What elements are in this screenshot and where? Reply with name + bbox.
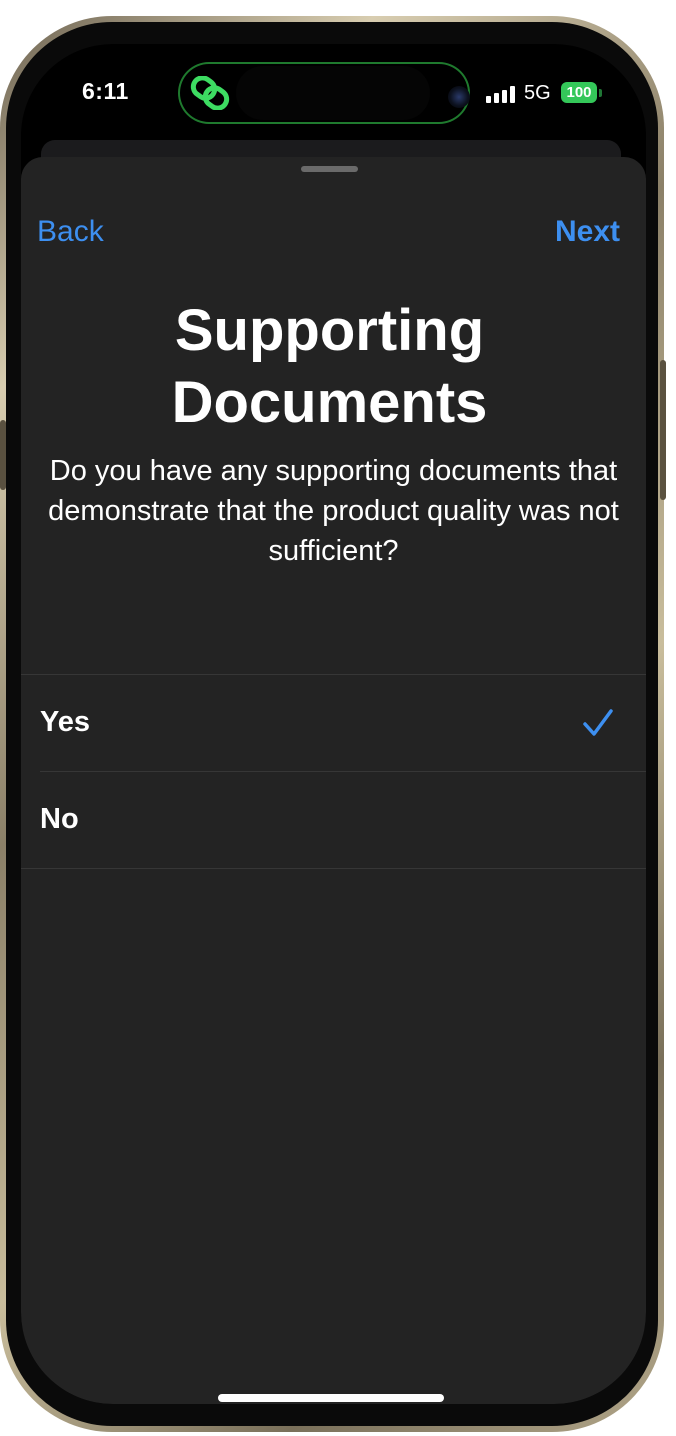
options-list: Yes No <box>21 674 646 869</box>
island-sensor-area <box>236 66 470 120</box>
home-indicator[interactable] <box>218 1394 444 1402</box>
option-label: No <box>40 803 79 835</box>
dynamic-island[interactable] <box>178 62 470 124</box>
link-icon <box>190 76 230 110</box>
divider <box>21 868 646 869</box>
page-title: Supporting Documents <box>171 298 488 435</box>
option-yes[interactable]: Yes <box>21 675 646 771</box>
side-button <box>0 420 6 490</box>
next-button[interactable]: Next <box>555 215 620 249</box>
phone-screen: 6:11 5G 100 Back Next Supporting Documen… <box>21 44 646 1404</box>
signal-bars-icon <box>486 85 516 103</box>
battery-cap <box>599 89 602 97</box>
back-button[interactable]: Back <box>37 215 104 249</box>
question-text: Do you have any supporting documents tha… <box>48 455 619 567</box>
camera-icon <box>448 86 470 108</box>
status-bar: 6:11 5G 100 <box>21 44 646 144</box>
option-label: Yes <box>40 706 90 738</box>
network-type: 5G <box>524 82 551 104</box>
side-button <box>660 360 666 500</box>
status-time: 6:11 <box>82 78 129 104</box>
sheet-grabber[interactable] <box>301 166 358 172</box>
option-no[interactable]: No <box>21 772 646 868</box>
battery-icon: 100 <box>561 82 597 103</box>
checkmark-icon <box>583 709 613 736</box>
modal-sheet: Back Next Supporting Documents Do you ha… <box>21 157 646 1404</box>
